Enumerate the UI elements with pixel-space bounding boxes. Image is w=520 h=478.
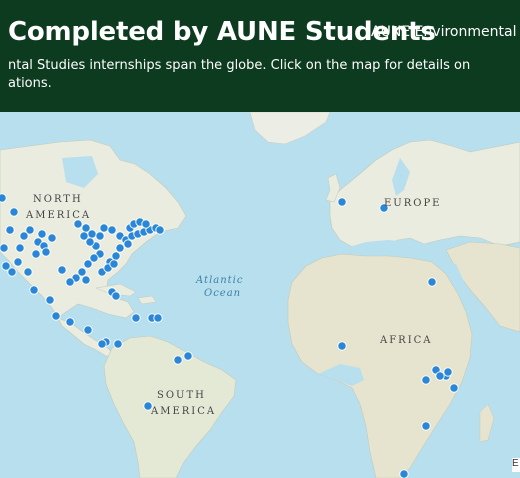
label-south-america: AMERICA bbox=[151, 406, 217, 417]
location-marker[interactable] bbox=[47, 233, 57, 243]
location-marker[interactable] bbox=[19, 231, 29, 241]
location-marker[interactable] bbox=[65, 317, 75, 327]
location-marker[interactable] bbox=[5, 225, 15, 235]
location-marker[interactable] bbox=[109, 259, 119, 269]
location-marker[interactable] bbox=[337, 197, 347, 207]
location-marker[interactable] bbox=[337, 341, 347, 351]
location-marker[interactable] bbox=[443, 367, 453, 377]
location-marker[interactable] bbox=[115, 243, 125, 253]
location-marker[interactable] bbox=[83, 259, 93, 269]
map-canvas[interactable] bbox=[0, 112, 520, 478]
location-marker[interactable] bbox=[0, 193, 7, 203]
location-marker[interactable] bbox=[111, 291, 121, 301]
location-marker[interactable] bbox=[73, 219, 83, 229]
location-marker[interactable] bbox=[15, 243, 25, 253]
location-marker[interactable] bbox=[449, 383, 459, 393]
location-marker[interactable] bbox=[113, 339, 123, 349]
world-map[interactable]: NORTH AMERICA EUROPE AFRICA SOUTH AMERIC… bbox=[0, 112, 520, 478]
label-atlantic: Atlantic bbox=[196, 275, 244, 286]
location-marker[interactable] bbox=[7, 267, 17, 277]
description: ntal Studies internships span the globe.… bbox=[8, 57, 508, 93]
location-marker[interactable] bbox=[65, 277, 75, 287]
location-marker[interactable] bbox=[29, 285, 39, 295]
location-marker[interactable] bbox=[95, 231, 105, 241]
location-marker[interactable] bbox=[123, 239, 133, 249]
label-north: NORTH bbox=[33, 194, 83, 205]
location-marker[interactable] bbox=[183, 351, 193, 361]
location-marker[interactable] bbox=[0, 243, 9, 253]
location-marker[interactable] bbox=[173, 355, 183, 365]
location-marker[interactable] bbox=[83, 325, 93, 335]
location-marker[interactable] bbox=[79, 231, 89, 241]
app-header: Completed by AUNE Students AUNE Environm… bbox=[0, 0, 520, 112]
location-marker[interactable] bbox=[57, 265, 67, 275]
location-marker[interactable] bbox=[87, 229, 97, 239]
location-marker[interactable] bbox=[421, 421, 431, 431]
label-africa: AFRICA bbox=[380, 335, 433, 346]
location-marker[interactable] bbox=[99, 223, 109, 233]
location-marker[interactable] bbox=[421, 375, 431, 385]
map-credit[interactable]: E bbox=[512, 458, 520, 472]
header-subtitle: AUNE Environmental St bbox=[371, 24, 520, 40]
label-ocean: Ocean bbox=[204, 288, 242, 299]
label-south: SOUTH bbox=[157, 390, 206, 401]
location-marker[interactable] bbox=[41, 247, 51, 257]
location-marker[interactable] bbox=[153, 313, 163, 323]
location-marker[interactable] bbox=[9, 207, 19, 217]
label-america: AMERICA bbox=[26, 210, 92, 221]
location-marker[interactable] bbox=[13, 257, 23, 267]
description-line-2: ations. bbox=[8, 76, 52, 91]
label-europe: EUROPE bbox=[384, 198, 442, 209]
location-marker[interactable] bbox=[427, 277, 437, 287]
description-line-1: ntal Studies internships span the globe.… bbox=[8, 58, 471, 73]
location-marker[interactable] bbox=[107, 225, 117, 235]
location-marker[interactable] bbox=[97, 339, 107, 349]
location-marker[interactable] bbox=[155, 225, 165, 235]
location-marker[interactable] bbox=[141, 219, 151, 229]
location-marker[interactable] bbox=[435, 371, 445, 381]
location-marker[interactable] bbox=[51, 311, 61, 321]
location-marker[interactable] bbox=[31, 249, 41, 259]
location-marker[interactable] bbox=[399, 469, 409, 478]
location-marker[interactable] bbox=[45, 295, 55, 305]
location-marker[interactable] bbox=[81, 275, 91, 285]
location-marker[interactable] bbox=[37, 229, 47, 239]
location-marker[interactable] bbox=[23, 267, 33, 277]
location-marker[interactable] bbox=[131, 313, 141, 323]
